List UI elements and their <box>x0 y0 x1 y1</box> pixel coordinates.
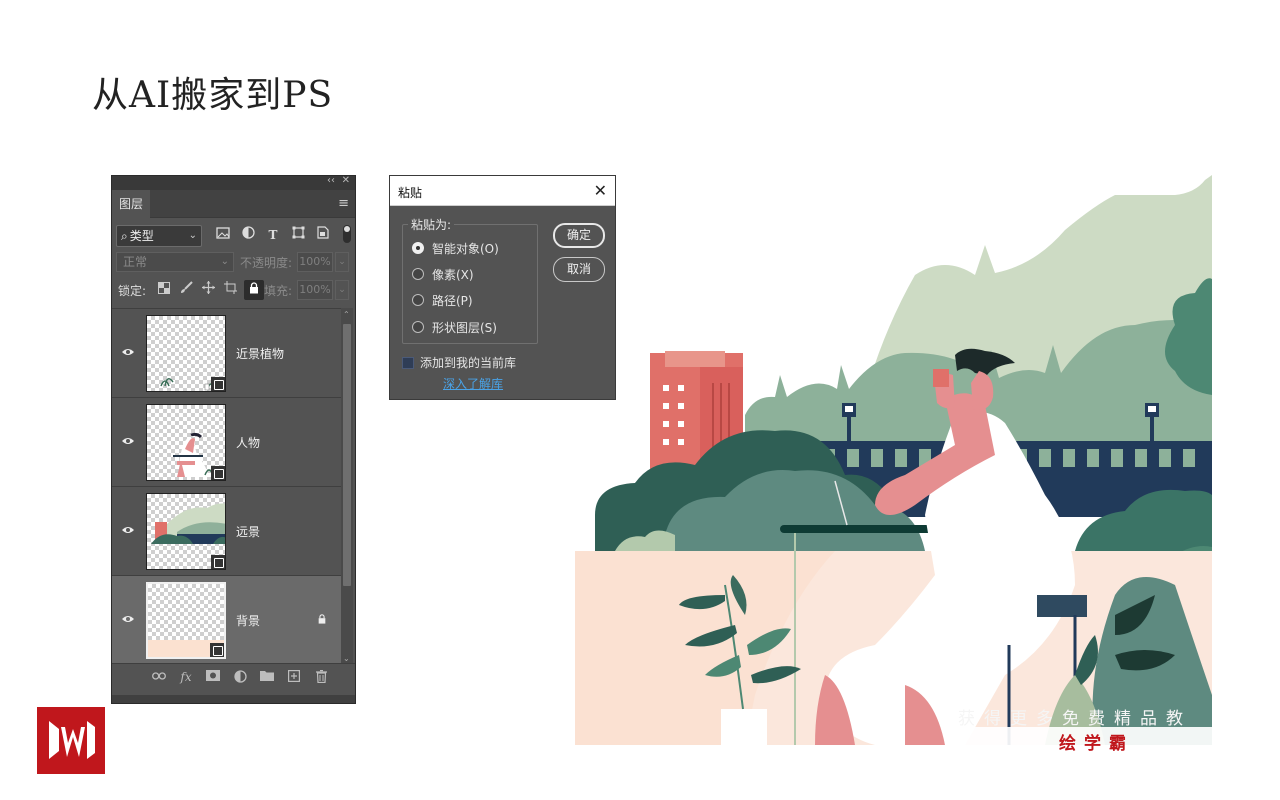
radio-label: 智能对象(O) <box>432 241 499 256</box>
layer-name[interactable]: 近景植物 <box>236 345 284 362</box>
collapse-icon[interactable]: ‹‹ <box>327 175 335 186</box>
smart-object-filter-icon[interactable] <box>315 226 331 244</box>
add-to-library-checkbox[interactable] <box>402 356 414 369</box>
fill-field[interactable]: 100% <box>297 280 333 300</box>
layer-row[interactable]: 远景 <box>112 487 341 576</box>
shape-filter-icon[interactable] <box>290 226 306 244</box>
learn-libraries-link[interactable]: 深入了解库 <box>443 375 503 392</box>
chevron-down-icon: ⌄ <box>188 230 197 241</box>
adjustment-icon[interactable] <box>233 670 247 684</box>
smart-object-badge-icon <box>211 555 225 569</box>
new-layer-icon[interactable] <box>287 670 301 684</box>
radio-shape-layer[interactable]: 形状图层(S) <box>412 318 497 336</box>
type-filter-icon[interactable]: T <box>265 226 281 244</box>
layer-row[interactable]: 人物 <box>112 398 341 487</box>
filter-kind-label: 类型 <box>129 229 154 243</box>
fill-label: 填充: <box>264 284 293 298</box>
panel-resize-grip[interactable] <box>112 695 355 703</box>
dialog-title: 粘贴 <box>398 186 423 200</box>
folder-icon[interactable] <box>260 670 274 684</box>
trash-icon[interactable] <box>314 669 328 684</box>
panel-header-bar: ‹‹ ✕ <box>112 175 355 190</box>
radio-pixels[interactable]: 像素(X) <box>412 265 474 283</box>
layer-list: 近景植物 人物 远景 背景 <box>112 308 341 665</box>
eye-icon[interactable] <box>121 347 135 357</box>
lock-transparent-icon[interactable] <box>156 280 172 300</box>
blend-mode-value: 正常 <box>123 255 148 269</box>
smart-object-badge-icon <box>211 377 225 391</box>
layer-thumbnail <box>146 582 226 659</box>
layer-row[interactable]: 背景 <box>112 576 341 665</box>
opacity-chevron-icon[interactable]: ⌄ <box>335 252 349 272</box>
lock-pixels-icon[interactable] <box>178 280 194 300</box>
layer-name[interactable]: 人物 <box>236 434 260 451</box>
opacity-field[interactable]: 100% <box>297 252 333 272</box>
chevron-down-icon: ⌄ <box>220 256 229 267</box>
scrollbar-thumb[interactable] <box>343 324 351 586</box>
layer-list-scrollbar[interactable]: ⌃ ⌄ <box>341 308 353 665</box>
add-to-library-label: 添加到我的当前库 <box>420 356 517 370</box>
layer-thumbnail <box>146 404 226 481</box>
close-icon[interactable]: ✕ <box>342 175 350 186</box>
radio-label: 形状图层(S) <box>432 320 497 335</box>
layer-filter-bar: ⌕ 类型 ⌄ T <box>112 218 355 248</box>
smart-object-badge-icon <box>211 466 225 480</box>
watermark-text: 获得更多免费精品教 <box>958 709 1192 729</box>
slide-title: 从AI搬家到PS <box>92 75 334 116</box>
fx-icon[interactable]: fx <box>179 670 193 684</box>
illustration-artwork <box>575 175 1212 745</box>
mask-icon[interactable] <box>206 670 220 684</box>
radio-button[interactable] <box>412 294 424 306</box>
radio-path[interactable]: 路径(P) <box>412 291 473 309</box>
layer-thumbnail <box>146 493 226 570</box>
lock-fill-row: 锁定: 填充: 100% ⌄ <box>112 276 355 304</box>
radio-button[interactable] <box>412 242 424 254</box>
pixel-filter-icon[interactable] <box>215 226 231 244</box>
smart-object-badge-icon <box>210 643 224 657</box>
layer-thumbnail <box>146 315 226 392</box>
eye-icon[interactable] <box>121 614 135 624</box>
search-icon: ⌕ <box>121 229 128 243</box>
radio-button[interactable] <box>412 321 424 333</box>
blend-opacity-row: 正常 ⌄ 不透明度: 100% ⌄ <box>112 248 355 276</box>
layer-name[interactable]: 远景 <box>236 523 260 540</box>
eye-icon[interactable] <box>121 525 135 535</box>
lock-artboard-icon[interactable] <box>222 280 238 300</box>
add-to-library-row[interactable]: 添加到我的当前库 <box>402 354 516 371</box>
link-icon[interactable] <box>152 670 166 684</box>
tab-layers[interactable]: 图层 <box>112 190 150 218</box>
paste-as-label: 粘贴为: <box>408 216 455 233</box>
adjustment-filter-icon[interactable] <box>240 226 256 244</box>
lock-icon <box>318 614 326 624</box>
radio-button[interactable] <box>412 268 424 280</box>
brand-logo-icon <box>37 707 105 774</box>
watermark-brand: 绘学霸 <box>1059 734 1134 754</box>
lock-all-icon[interactable] <box>244 280 264 300</box>
radio-label: 像素(X) <box>432 267 474 282</box>
panel-menu-icon[interactable]: ≡ <box>338 196 349 211</box>
layer-name[interactable]: 背景 <box>236 612 260 629</box>
filter-kind-select[interactable]: ⌕ 类型 ⌄ <box>116 225 202 247</box>
blend-mode-select[interactable]: 正常 ⌄ <box>116 252 234 272</box>
eye-icon[interactable] <box>121 436 135 446</box>
layers-panel-footer: fx <box>112 663 355 703</box>
lock-position-icon[interactable] <box>200 280 216 300</box>
opacity-label: 不透明度: <box>240 256 293 270</box>
layer-row[interactable]: 近景植物 <box>112 309 341 398</box>
fill-chevron-icon[interactable]: ⌄ <box>335 280 349 300</box>
radio-label: 路径(P) <box>432 293 473 308</box>
drink-cup <box>933 369 949 387</box>
scroll-down-icon[interactable]: ⌄ <box>343 654 350 663</box>
radio-smart-object[interactable]: 智能对象(O) <box>412 239 499 257</box>
scroll-up-icon[interactable]: ⌃ <box>343 310 350 319</box>
filter-toggle[interactable] <box>343 225 351 243</box>
lock-label: 锁定: <box>118 284 147 298</box>
layers-panel: ‹‹ ✕ 图层 ≡ ⌕ 类型 ⌄ T 正常 ⌄ 不透明度: 100% ⌄ 锁定:… <box>111 175 356 704</box>
panel-tab-bar: 图层 ≡ <box>112 190 355 218</box>
